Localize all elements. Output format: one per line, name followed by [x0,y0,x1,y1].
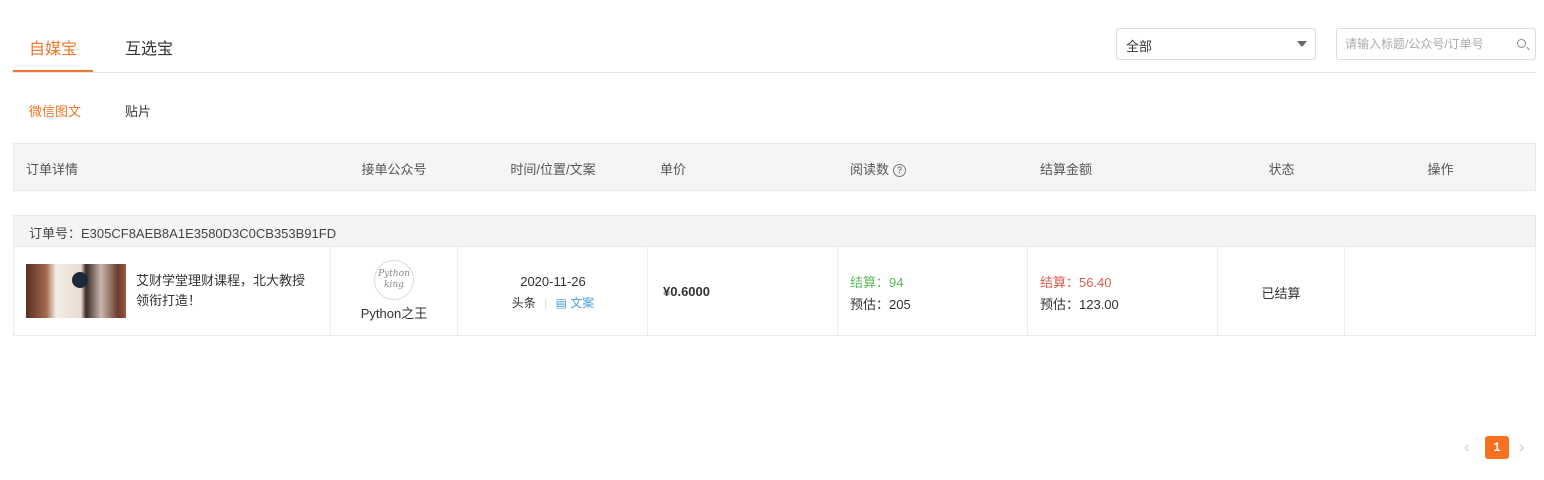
col-price: 单价 [660,162,687,177]
search-box [1336,28,1536,60]
copy-link[interactable]: ▤ 文案 [556,296,595,310]
amount-settled: 结算：56.40 [1040,275,1112,290]
article-title[interactable]: 艾财学堂理财课程，北大教授领衔打造！ [136,271,311,311]
col-reads-label: 阅读数 [850,162,890,177]
next-page-button[interactable]: › [1519,436,1524,459]
tab-huxuanbao[interactable]: 互选宝 [125,35,173,59]
table-header: 订单详情 接单公众号 时间/位置/文案 单价 阅读数? 结算金额 状态 操作 [13,143,1536,191]
account-avatar: Python king [374,260,414,300]
help-icon[interactable]: ? [893,164,907,177]
position: 头条 [511,296,536,310]
type-select[interactable]: 全部 [1116,28,1316,60]
col-amount: 结算金额 [1040,162,1093,177]
type-select-value: 全部 [1126,39,1153,54]
article-thumbnail[interactable] [26,264,126,318]
search-icon[interactable] [1517,39,1526,48]
search-input[interactable] [1337,29,1497,59]
col-reads: 阅读数? [850,159,907,178]
prev-page-button[interactable]: ‹ [1464,436,1469,459]
reads-settled: 结算：94 [850,275,904,290]
table-row: 艾财学堂理财课程，北大教授领衔打造！ Python king Python之王 … [13,246,1536,336]
col-time: 时间/位置/文案 [510,162,596,177]
reads-estimated: 预估：205 [850,297,911,312]
actions-cell [1345,246,1536,335]
unit-price: ¥0.6000 [663,284,710,299]
col-actions: 操作 [1427,162,1454,177]
subtab-wechat-article[interactable]: 微信图文 [29,101,81,120]
publish-date: 2020-11-26 [520,274,586,289]
col-order-details: 订单详情 [26,162,79,177]
amount-estimated: 预估：123.00 [1040,297,1119,312]
tab-zimeibao[interactable]: 自媒宝 [29,35,77,59]
chevron-down-icon [1297,41,1307,47]
col-status: 状态 [1268,162,1295,177]
active-tab-underline [13,70,93,72]
status-badge: 已结算 [1261,286,1301,301]
page-1-button[interactable]: 1 [1485,436,1509,459]
copy-link-label: 文案 [570,296,595,310]
subtab-patch[interactable]: 贴片 [125,101,151,120]
document-icon: ▤ [555,296,571,310]
account-name[interactable]: Python之王 [331,303,457,322]
col-account: 接单公众号 [361,162,427,177]
order-number: 订单号：E305CF8AEB8A1E3580D3C0CB353B91FD [13,215,1536,247]
